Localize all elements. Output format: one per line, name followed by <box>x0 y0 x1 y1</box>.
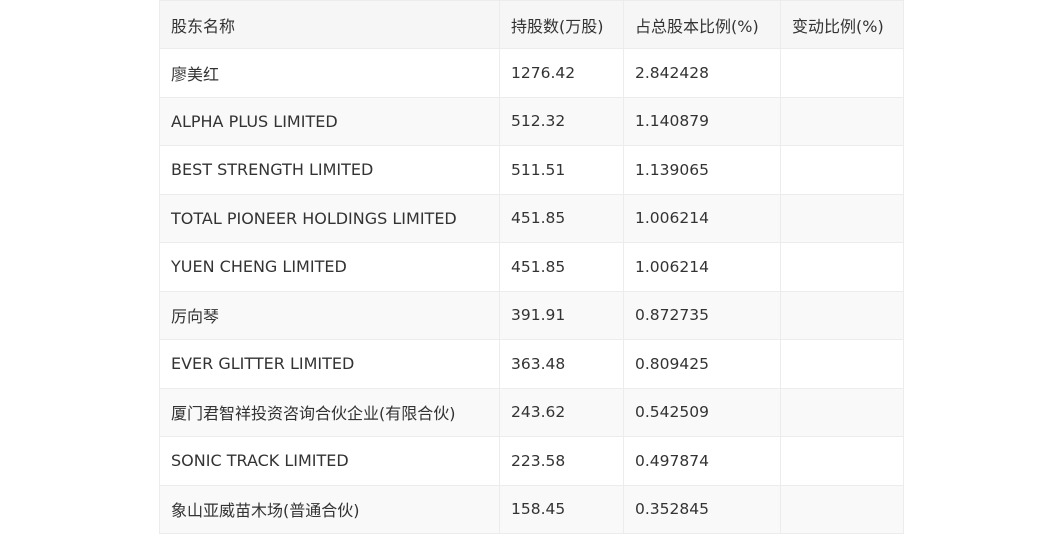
header-ratio: 占总股本比例(%) <box>623 0 781 49</box>
cell-shares: 511.51 <box>499 145 624 195</box>
cell-ratio: 1.006214 <box>623 242 781 292</box>
cell-shares: 451.85 <box>499 193 624 243</box>
cell-ratio: 0.809425 <box>623 339 781 389</box>
cell-ratio: 0.497874 <box>623 436 781 486</box>
cell-name: ALPHA PLUS LIMITED <box>159 96 500 146</box>
table-row: TOTAL PIONEER HOLDINGS LIMITED 451.85 1.… <box>159 193 904 243</box>
cell-shares: 451.85 <box>499 242 624 292</box>
cell-ratio: 0.352845 <box>623 484 781 534</box>
cell-shares: 223.58 <box>499 436 624 486</box>
table-row: BEST STRENGTH LIMITED 511.51 1.139065 <box>159 145 904 195</box>
table-row: 廖美红 1276.42 2.842428 <box>159 48 904 98</box>
cell-shares: 363.48 <box>499 339 624 389</box>
cell-ratio: 1.006214 <box>623 193 781 243</box>
table-row: 厉向琴 391.91 0.872735 <box>159 290 904 340</box>
table-row: EVER GLITTER LIMITED 363.48 0.809425 <box>159 339 904 389</box>
shareholder-table-container: 股东名称 持股数(万股) 占总股本比例(%) 变动比例(%) 廖美红 1276.… <box>159 0 904 534</box>
header-row: 股东名称 持股数(万股) 占总股本比例(%) 变动比例(%) <box>159 0 904 49</box>
cell-shares: 243.62 <box>499 387 624 437</box>
cell-name: 厉向琴 <box>159 290 500 340</box>
cell-name: EVER GLITTER LIMITED <box>159 339 500 389</box>
table-row: 厦门君智祥投资咨询合伙企业(有限合伙) 243.62 0.542509 <box>159 387 904 437</box>
table-row: YUEN CHENG LIMITED 451.85 1.006214 <box>159 242 904 292</box>
cell-shares: 512.32 <box>499 96 624 146</box>
cell-name: BEST STRENGTH LIMITED <box>159 145 500 195</box>
cell-shares: 391.91 <box>499 290 624 340</box>
cell-change <box>780 242 904 292</box>
table-body: 廖美红 1276.42 2.842428 ALPHA PLUS LIMITED … <box>159 48 904 534</box>
cell-name: SONIC TRACK LIMITED <box>159 436 500 486</box>
cell-change <box>780 290 904 340</box>
cell-ratio: 1.139065 <box>623 145 781 195</box>
cell-change <box>780 96 904 146</box>
cell-ratio: 2.842428 <box>623 48 781 98</box>
cell-change <box>780 48 904 98</box>
header-shareholder-name: 股东名称 <box>159 0 500 49</box>
cell-change <box>780 193 904 243</box>
cell-change <box>780 387 904 437</box>
cell-name: YUEN CHENG LIMITED <box>159 242 500 292</box>
cell-name: 厦门君智祥投资咨询合伙企业(有限合伙) <box>159 387 500 437</box>
shareholder-table: 股东名称 持股数(万股) 占总股本比例(%) 变动比例(%) 廖美红 1276.… <box>159 0 904 534</box>
cell-change <box>780 339 904 389</box>
cell-shares: 158.45 <box>499 484 624 534</box>
header-change: 变动比例(%) <box>780 0 904 49</box>
cell-name: TOTAL PIONEER HOLDINGS LIMITED <box>159 193 500 243</box>
cell-ratio: 1.140879 <box>623 96 781 146</box>
table-row: 象山亚威苗木场(普通合伙) 158.45 0.352845 <box>159 484 904 534</box>
cell-change <box>780 436 904 486</box>
cell-change <box>780 145 904 195</box>
table-row: SONIC TRACK LIMITED 223.58 0.497874 <box>159 436 904 486</box>
header-shares: 持股数(万股) <box>499 0 624 49</box>
cell-name: 象山亚威苗木场(普通合伙) <box>159 484 500 534</box>
table-header: 股东名称 持股数(万股) 占总股本比例(%) 变动比例(%) <box>159 0 904 49</box>
cell-ratio: 0.872735 <box>623 290 781 340</box>
cell-ratio: 0.542509 <box>623 387 781 437</box>
cell-shares: 1276.42 <box>499 48 624 98</box>
table-row: ALPHA PLUS LIMITED 512.32 1.140879 <box>159 96 904 146</box>
cell-name: 廖美红 <box>159 48 500 98</box>
cell-change <box>780 484 904 534</box>
